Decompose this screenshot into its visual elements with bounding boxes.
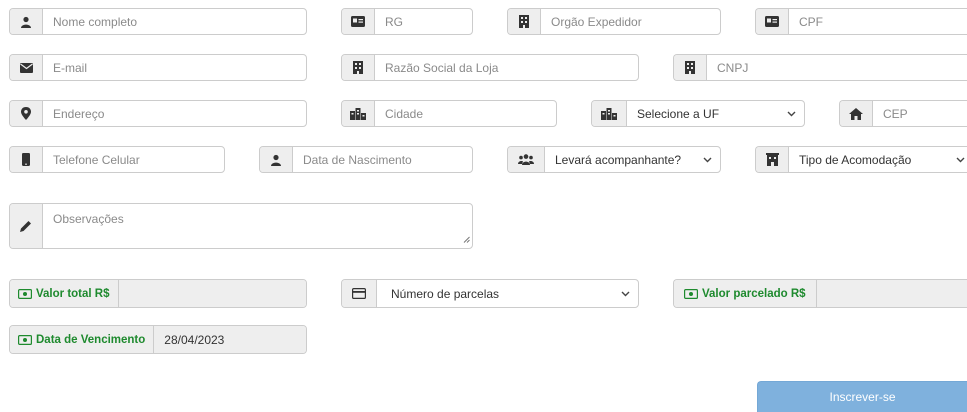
observacoes-group: Observações xyxy=(9,203,473,249)
id-card-icon xyxy=(756,9,789,34)
email-input[interactable]: E-mail xyxy=(43,55,306,80)
email-group: E-mail xyxy=(9,54,307,81)
rg-group: RG xyxy=(341,8,473,35)
acomodacao-group: Tipo de Acomodação xyxy=(755,146,967,173)
endereco-input[interactable]: Endereço xyxy=(43,101,306,126)
parcelas-group: Número de parcelas xyxy=(341,279,639,308)
money-icon xyxy=(684,288,698,299)
hotel-icon xyxy=(756,147,789,172)
city-icon xyxy=(592,101,627,126)
resize-handle-icon[interactable] xyxy=(463,232,470,246)
credit-card-icon xyxy=(342,280,377,307)
acomodacao-select[interactable]: Tipo de Acomodação xyxy=(789,147,967,172)
valor-parcelado-label: Valor parcelado R$ xyxy=(674,280,817,307)
uf-select-value: Selecione a UF xyxy=(637,106,720,121)
pencil-icon xyxy=(10,204,43,248)
user-icon xyxy=(260,147,293,172)
acomodacao-select-value: Tipo de Acomodação xyxy=(799,152,912,167)
chevron-down-icon xyxy=(621,291,630,297)
cep-group: CEP xyxy=(839,100,967,127)
cpf-input[interactable]: CPF xyxy=(789,9,967,34)
parcelas-select-value: Número de parcelas xyxy=(391,286,500,301)
cep-input[interactable]: CEP xyxy=(873,101,967,126)
users-icon xyxy=(508,147,545,172)
mobile-phone-icon xyxy=(10,147,43,172)
observacoes-textarea[interactable]: Observações xyxy=(43,204,472,248)
telefone-group: Telefone Celular xyxy=(9,146,225,173)
cidade-input[interactable]: Cidade xyxy=(375,101,556,126)
cpf-group: CPF xyxy=(755,8,967,35)
data-nascimento-input[interactable]: Data de Nascimento xyxy=(293,147,472,172)
inscrever-se-button[interactable]: Inscrever-se xyxy=(757,381,967,412)
city-icon xyxy=(342,101,375,126)
uf-select[interactable]: Selecione a UF xyxy=(627,101,804,126)
acompanhante-select[interactable]: Levará acompanhante? xyxy=(545,147,720,172)
envelope-icon xyxy=(10,55,43,80)
cnpj-input[interactable]: CNPJ xyxy=(707,55,967,80)
money-icon xyxy=(18,334,32,345)
valor-total-label: Valor total R$ xyxy=(10,280,119,307)
valor-total-input[interactable] xyxy=(118,280,306,307)
home-icon xyxy=(840,101,873,126)
data-vencimento-input[interactable]: 28/04/2023 xyxy=(154,326,306,353)
data-vencimento-group: Data de Vencimento 28/04/2023 xyxy=(9,325,307,354)
nome-completo-group: Nome completo xyxy=(9,8,307,35)
user-icon xyxy=(10,9,43,34)
nome-completo-input[interactable]: Nome completo xyxy=(43,9,306,34)
chevron-down-icon xyxy=(703,157,712,163)
acompanhante-select-value: Levará acompanhante? xyxy=(555,152,682,167)
valor-total-group: Valor total R$ xyxy=(9,279,307,308)
observacoes-placeholder: Observações xyxy=(53,212,124,226)
endereco-group: Endereço xyxy=(9,100,307,127)
razao-social-group: Razão Social da Loja xyxy=(341,54,639,81)
map-marker-icon xyxy=(10,101,43,126)
valor-parcelado-input[interactable] xyxy=(816,280,967,307)
orgao-expedidor-group: Orgão Expedidor xyxy=(507,8,721,35)
chevron-down-icon xyxy=(787,111,796,117)
rg-input[interactable]: RG xyxy=(375,9,472,34)
money-icon xyxy=(18,288,32,299)
building-icon xyxy=(674,55,707,80)
valor-parcelado-group: Valor parcelado R$ xyxy=(673,279,967,308)
parcelas-select[interactable]: Número de parcelas xyxy=(377,280,638,307)
telefone-input[interactable]: Telefone Celular xyxy=(43,147,224,172)
building-icon xyxy=(508,9,541,34)
chevron-down-icon xyxy=(956,157,965,163)
uf-group: Selecione a UF xyxy=(591,100,805,127)
building-icon xyxy=(342,55,375,80)
data-vencimento-label: Data de Vencimento xyxy=(10,326,155,353)
data-nascimento-group: Data de Nascimento xyxy=(259,146,473,173)
id-card-icon xyxy=(342,9,375,34)
acompanhante-group: Levará acompanhante? xyxy=(507,146,721,173)
cidade-group: Cidade xyxy=(341,100,557,127)
razao-social-input[interactable]: Razão Social da Loja xyxy=(375,55,638,80)
orgao-expedidor-input[interactable]: Orgão Expedidor xyxy=(541,9,720,34)
cnpj-group: CNPJ xyxy=(673,54,967,81)
